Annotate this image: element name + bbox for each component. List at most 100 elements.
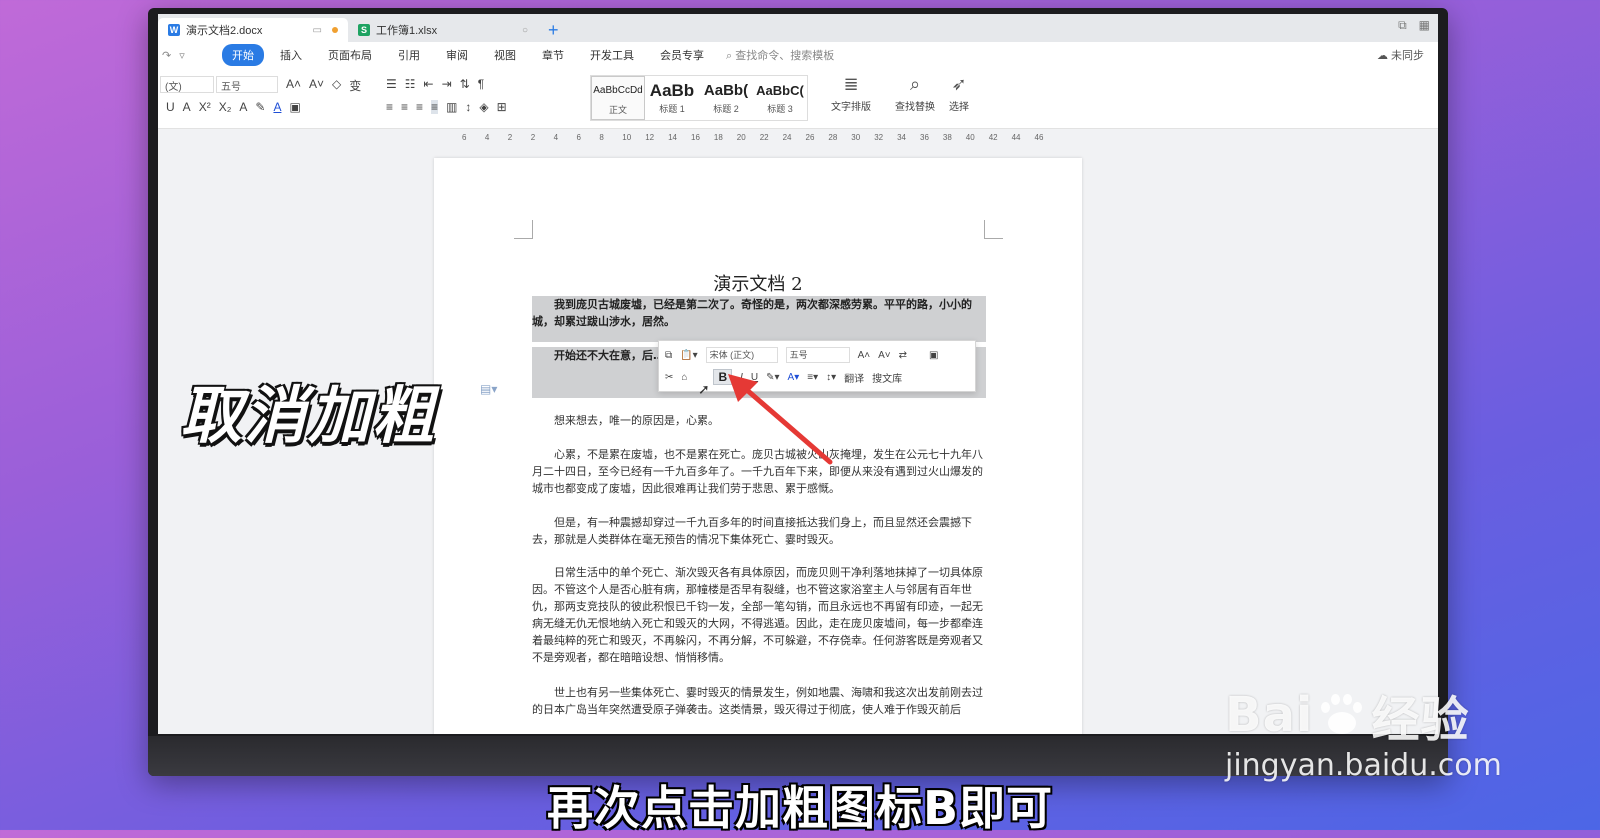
underline-icon[interactable]: U xyxy=(166,100,175,114)
ruler-tick-label: 4 xyxy=(484,133,490,142)
show-marks-icon[interactable]: ¶ xyxy=(478,77,484,91)
style-heading-1[interactable]: AaBb 标题 1 xyxy=(645,76,699,120)
dropdown-icon[interactable]: ▿ xyxy=(179,49,185,62)
clear-format-icon[interactable]: ◇ xyxy=(332,77,341,94)
watermark-text: Bai xyxy=(1225,687,1314,743)
justify-icon[interactable]: ≡ xyxy=(431,100,439,114)
sync-status[interactable]: ☁ 未同步 xyxy=(1377,47,1424,63)
quick-access: ↷ ▿ xyxy=(158,49,222,62)
style-normal[interactable]: AaBbCcDd 正文 xyxy=(591,76,645,120)
margin-corner-mark xyxy=(514,220,533,239)
grow-font-icon[interactable]: A˄ xyxy=(858,350,871,361)
menu-item-developer[interactable]: 开发工具 xyxy=(580,44,644,66)
ruler-tick-label: 2 xyxy=(530,133,536,142)
ruler-tick-label: 14 xyxy=(668,133,677,142)
shading-icon[interactable]: ◈ xyxy=(479,100,488,114)
paragraph[interactable]: 世上也有另一些集体死亡、霎时毁灭的情景发生，例如地震、海啸和我这次出发前刚去过的… xyxy=(532,684,986,718)
line-spacing-icon[interactable]: ↕ xyxy=(465,100,471,114)
align-right-icon[interactable]: ≡ xyxy=(416,100,423,114)
tab-label: 演示文档2.docx xyxy=(186,25,263,37)
mini-toolbar-row1: ⧉ 📋▾ 宋体 (正文) 五号 A˄ A˅ ⇄ ▣ xyxy=(665,347,939,363)
grid-icon[interactable]: ▦ xyxy=(1419,18,1430,33)
select-label: 选择 xyxy=(949,102,969,113)
font-tools-row1: A˄ A˅ ◇ 变 xyxy=(286,77,361,94)
ruler-tick-label: 24 xyxy=(782,133,792,142)
align-left-icon[interactable]: ≡ xyxy=(386,100,393,114)
ruler-tick-label: 10 xyxy=(622,133,632,142)
style-heading-2[interactable]: AaBb( 标题 2 xyxy=(699,76,753,120)
superscript-icon[interactable]: X² xyxy=(199,100,211,114)
menu-item-home[interactable]: 开始 xyxy=(222,44,264,66)
text-layout-button[interactable]: ≣ 文字排版 xyxy=(824,74,878,113)
shrink-font-icon[interactable]: A˅ xyxy=(878,350,891,361)
paragraph-selected[interactable]: 我到庞贝古城废墟，已经是第二次了。奇怪的是，两次都深感劳累。平平的路，小小的城，… xyxy=(532,296,986,330)
menu-item-view[interactable]: 视图 xyxy=(484,44,526,66)
phonetic-icon[interactable]: 变 xyxy=(349,77,361,94)
decrease-indent-icon[interactable]: ⇤ xyxy=(424,77,434,91)
format-painter-icon[interactable]: ⌂ xyxy=(681,372,687,383)
ruler-tick-label: 20 xyxy=(736,133,746,142)
style-preview: AaBb xyxy=(649,81,695,100)
shrink-font-icon[interactable]: A˅ xyxy=(309,77,324,94)
font-size-select[interactable]: 五号 xyxy=(216,76,278,93)
cursor-icon: ➶ xyxy=(951,74,967,94)
ruler-tick-label: 42 xyxy=(988,133,998,142)
copy-icon[interactable]: ⧉ xyxy=(665,350,672,361)
search-doc-button[interactable]: 搜文库 xyxy=(872,370,902,385)
highlight-icon[interactable]: ✎ xyxy=(255,100,265,114)
increase-indent-icon[interactable]: ⇥ xyxy=(442,77,452,91)
menu-item-page-layout[interactable]: 页面布局 xyxy=(318,44,382,66)
mini-size-select[interactable]: 五号 xyxy=(785,347,850,363)
numbering-icon[interactable]: ☷ xyxy=(405,77,416,91)
redo-icon[interactable]: ↷ xyxy=(162,49,171,62)
paragraph[interactable]: 日常生活中的单个死亡、渐次毁灭各有具体原因，而庞贝则干净利落地抹掉了一切具体原因… xyxy=(532,564,986,666)
pin-icon[interactable]: ▭ xyxy=(313,25,322,36)
bullets-icon[interactable]: ☰ xyxy=(386,77,397,91)
borders-icon[interactable]: ⊞ xyxy=(497,100,507,114)
ruler-tick-label: 4 xyxy=(553,133,559,142)
watermark-url: jingyan.baidu.com xyxy=(1225,748,1502,783)
ruler-tick-label: 30 xyxy=(851,133,861,142)
strikethrough-icon[interactable]: A xyxy=(183,100,191,114)
close-icon[interactable]: ○ xyxy=(522,25,528,36)
cut-icon[interactable]: ✂ xyxy=(665,372,673,383)
style-gallery: AaBbCcDd 正文 AaBb 标题 1 AaBb( 标题 2 AaBbC( … xyxy=(590,75,808,121)
ruler-tick-label: 28 xyxy=(828,133,838,142)
paragraph-handle-icon[interactable]: ▤▾ xyxy=(480,382,497,396)
ruler-tick-label: 18 xyxy=(713,133,723,142)
tab-document[interactable]: W 演示文档2.docx ▭ xyxy=(158,18,348,42)
grow-font-icon[interactable]: A˄ xyxy=(286,77,301,94)
tab-workbook[interactable]: S 工作簿1.xlsx ○ xyxy=(348,18,538,42)
menu-item-sections[interactable]: 章节 xyxy=(532,44,574,66)
font-name-select[interactable]: (文) xyxy=(160,76,214,93)
menu-item-insert[interactable]: 插入 xyxy=(270,44,312,66)
style-preview: AaBbCcDd xyxy=(593,85,643,96)
subscript-icon[interactable]: X₂ xyxy=(219,100,232,114)
layout-icon[interactable]: ⧉ xyxy=(1398,18,1407,33)
convert-icon[interactable]: ⇄ xyxy=(899,350,907,361)
ribbon-toolbar: (文) 五号 A˄ A˅ ◇ 变 U A X² X₂ A ✎ A ▣ ☰ ☷ ⇤… xyxy=(158,68,1438,129)
window-controls: ⧉ ▦ xyxy=(1398,18,1430,33)
font-color-icon[interactable]: A xyxy=(273,100,281,114)
translate-button[interactable]: 翻译 xyxy=(844,370,864,385)
tab-label: 工作簿1.xlsx xyxy=(376,25,438,37)
sync-label: 未同步 xyxy=(1391,50,1424,62)
select-button[interactable]: ➶ 选择 xyxy=(932,74,986,113)
menu-item-references[interactable]: 引用 xyxy=(388,44,430,66)
distribute-icon[interactable]: ▥ xyxy=(446,100,457,114)
menu-bar: ↷ ▿ 开始 插入 页面布局 引用 审阅 视图 章节 开发工具 会员专享 ⌕ 查… xyxy=(158,42,1438,68)
sort-icon[interactable]: ⇅ xyxy=(460,77,470,91)
align-center-icon[interactable]: ≡ xyxy=(401,100,408,114)
command-search[interactable]: ⌕ 查找命令、搜索模板 xyxy=(726,47,834,63)
horizontal-ruler[interactable]: 6 4 2 2 4 6 8 10 12 14 16 18 20 22 24 26 28 30 32 34 36 38 40 4… xyxy=(158,129,1438,147)
paragraph[interactable]: 但是，有一种震撼却穿过一千九百多年的时间直接抵达我们身上，而且显然还会震撼下去，… xyxy=(532,514,986,548)
paste-icon[interactable]: 📋▾ xyxy=(680,350,697,361)
search-doc-icon[interactable]: ▣ xyxy=(929,350,938,361)
char-border-icon[interactable]: ▣ xyxy=(289,100,300,114)
menu-item-review[interactable]: 审阅 xyxy=(436,44,478,66)
mini-font-select[interactable]: 宋体 (正文) xyxy=(705,347,778,363)
style-heading-3[interactable]: AaBbC( 标题 3 xyxy=(753,76,807,120)
menu-item-member[interactable]: 会员专享 xyxy=(650,44,714,66)
text-effect-icon[interactable]: A xyxy=(239,100,247,114)
new-tab-button[interactable]: + xyxy=(538,18,569,42)
